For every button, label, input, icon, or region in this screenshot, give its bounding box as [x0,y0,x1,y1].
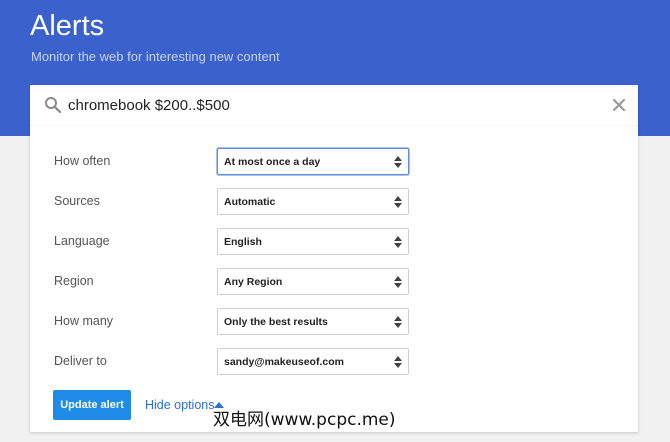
option-label: How often [54,154,111,168]
option-row-region: Region Any Region [30,268,638,296]
up-down-arrows-icon [394,316,402,328]
alert-options-panel: How often At most once a day Sources Aut… [30,126,638,432]
option-label: Language [54,234,110,248]
how-often-select[interactable]: At most once a day [217,148,409,175]
option-row-how-often: How often At most once a day [30,148,638,176]
select-value: English [224,236,262,248]
select-value: Any Region [224,276,283,288]
select-value: Automatic [224,196,276,208]
deliver-to-select[interactable]: sandy@makeuseof.com [217,348,409,375]
option-label: Sources [54,194,100,208]
up-down-arrows-icon [394,156,402,168]
select-value: sandy@makeuseof.com [224,356,344,368]
option-label: How many [54,314,114,328]
option-row-deliver-to: Deliver to sandy@makeuseof.com [30,348,638,376]
page-subtitle: Monitor the web for interesting new cont… [31,49,280,64]
option-row-sources: Sources Automatic [30,188,638,216]
close-icon[interactable] [610,96,628,114]
option-label: Deliver to [54,354,107,368]
search-icon [45,97,62,114]
language-select[interactable]: English [217,228,409,255]
search-box[interactable]: chromebook $200..$500 [30,85,638,126]
search-input[interactable]: chromebook $200..$500 [68,97,230,114]
up-down-arrows-icon [394,196,402,208]
update-alert-button[interactable]: Update alert [53,390,131,420]
up-down-arrows-icon [394,356,402,368]
select-value: Only the best results [224,316,328,328]
select-value: At most once a day [224,156,321,168]
hide-options-link[interactable]: Hide options [145,398,215,412]
option-row-language: Language English [30,228,638,256]
region-select[interactable]: Any Region [217,268,409,295]
option-row-how-many: How many Only the best results [30,308,638,336]
up-down-arrows-icon [394,276,402,288]
option-label: Region [54,274,94,288]
how-many-select[interactable]: Only the best results [217,308,409,335]
watermark-text: 双电网(www.pcpc.me) [213,410,396,430]
sources-select[interactable]: Automatic [217,188,409,215]
up-down-arrows-icon [394,236,402,248]
page-title: Alerts [30,10,105,42]
